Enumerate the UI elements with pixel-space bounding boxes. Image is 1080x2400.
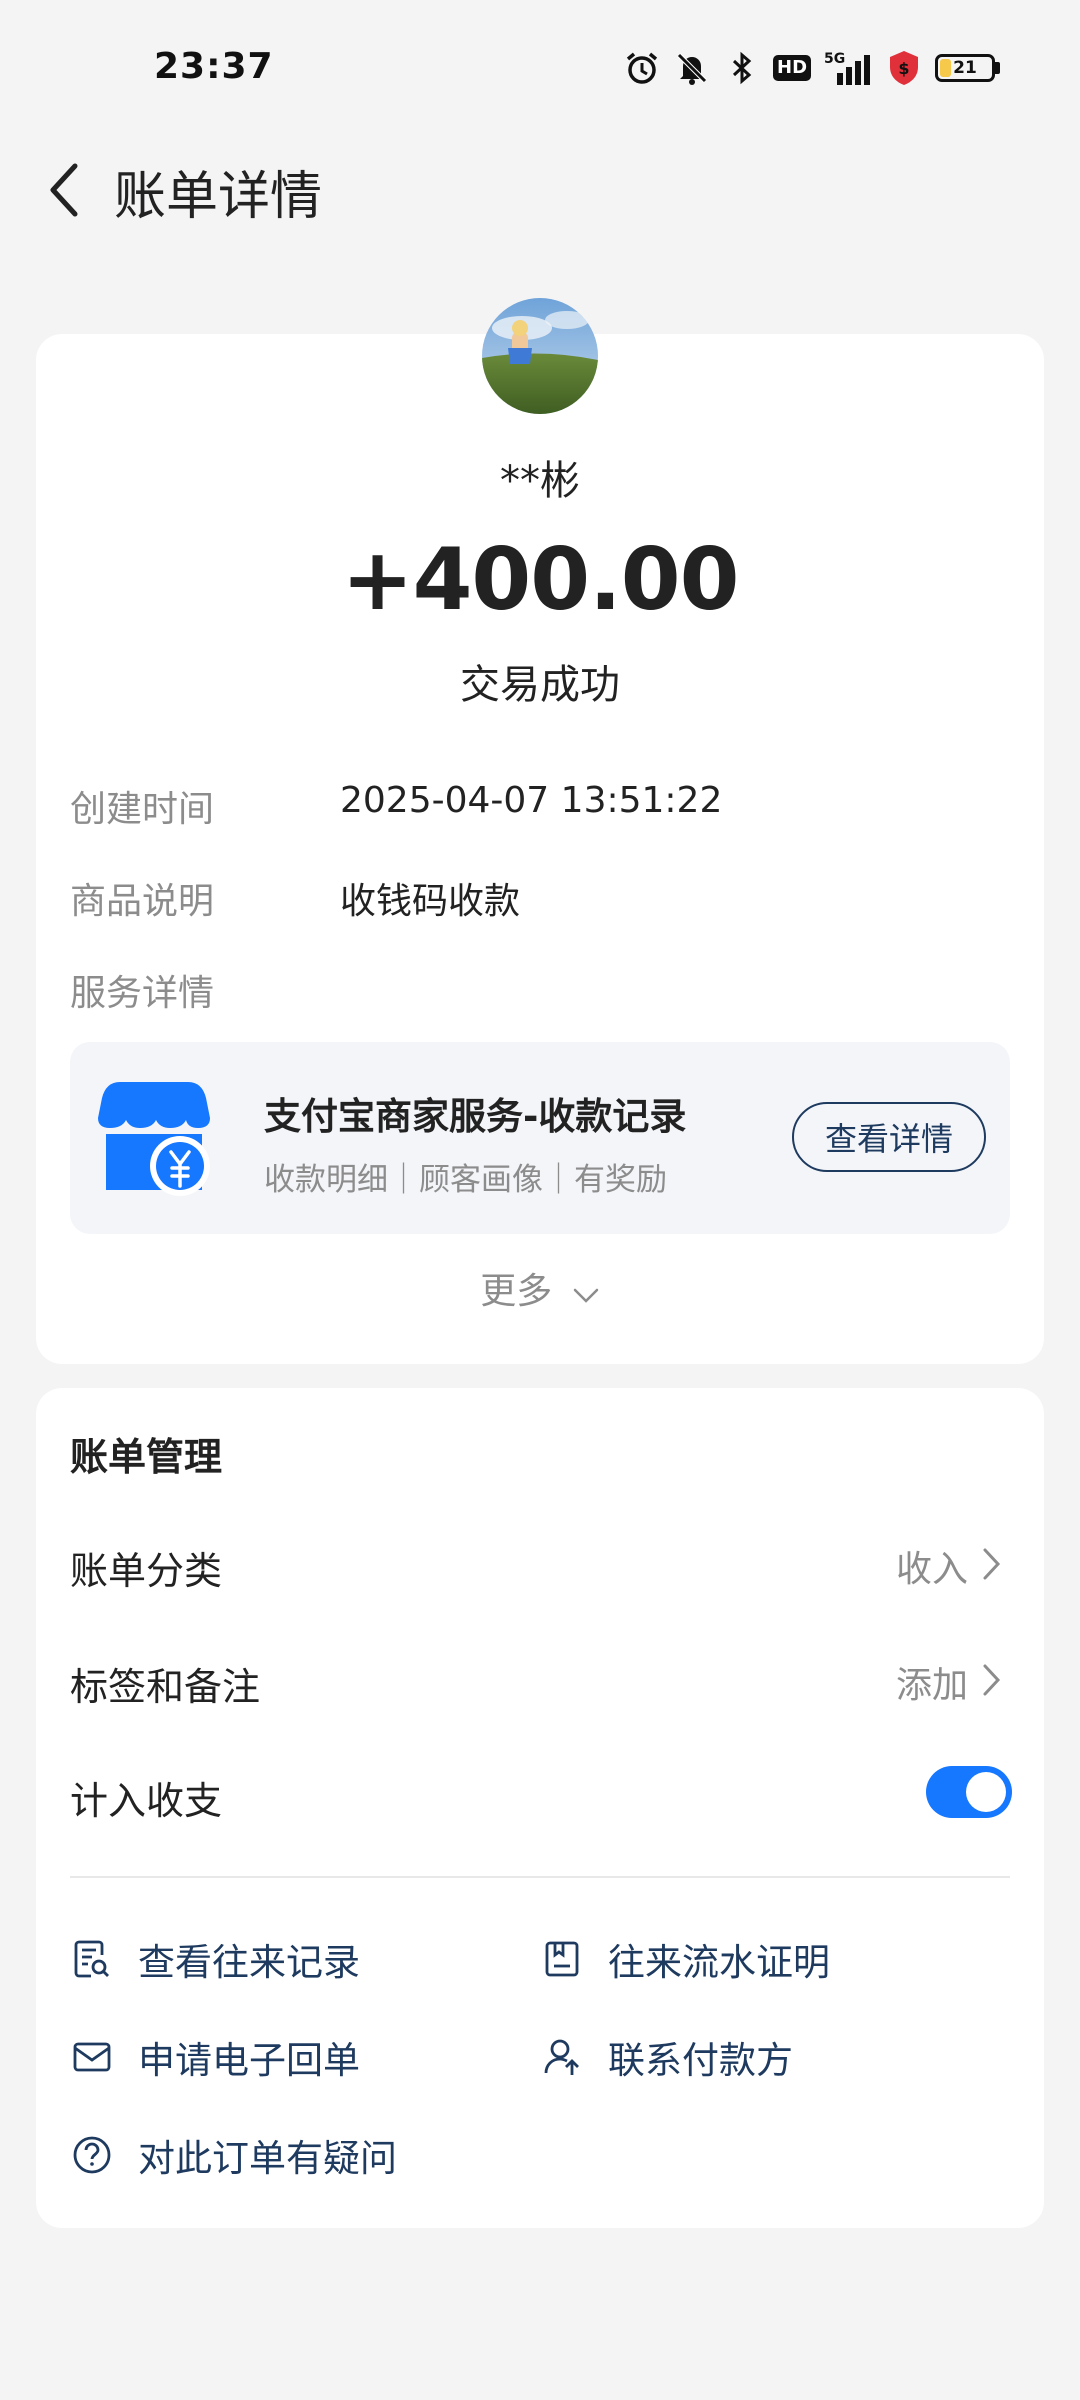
service-subtitle: 收款明细｜顾客画像｜有奖励 [264,1162,667,1198]
status-time: 23:37 [154,46,274,87]
merchant-shop-icon [92,1078,216,1198]
contact-payer-icon [540,2035,584,2079]
mute-icon [673,49,711,87]
view-details-button[interactable]: 查看详情 [792,1102,986,1172]
battery-level: 21 [953,58,977,78]
chevron-right-icon [983,1548,1001,1580]
tags-notes-label: 标签和备注 [70,1665,261,1709]
more-label: 更多 [480,1271,553,1312]
bill-category-value[interactable]: 收入 [896,1540,968,1592]
battery-icon: 21 [935,54,1000,82]
toggle-knob [966,1772,1006,1812]
question-circle-icon [70,2133,114,2177]
status-icons: HD 5G $ 21 [623,46,1000,90]
contact-payer-label: 联系付款方 [608,2039,793,2082]
statement-proof-label: 往来流水证明 [608,1941,830,1984]
mail-receipt-icon [70,2035,114,2079]
order-question-label: 对此订单有疑问 [138,2137,397,2180]
signal-5g-icon: 5G [823,49,873,87]
created-time-value: 2025-04-07 13:51:22 [340,780,723,821]
bill-management-title: 账单管理 [70,1435,223,1479]
transaction-amount: +400.00 [341,530,740,630]
product-desc-label: 商品说明 [70,881,215,922]
svg-text:5G: 5G [824,51,845,67]
view-records-link[interactable]: 查看往来记录 [70,1932,360,1986]
chevron-left-icon [50,163,78,217]
e-receipt-link[interactable]: 申请电子回单 [70,2030,360,2084]
statement-proof-link[interactable]: 往来流水证明 [540,1932,830,1986]
records-search-icon [70,1937,114,1981]
bill-category-label: 账单分类 [70,1549,223,1593]
e-receipt-label: 申请电子回单 [138,2039,360,2082]
hd-icon: HD [773,49,812,87]
more-toggle[interactable]: 更多 [0,1262,1080,1314]
back-button[interactable] [30,150,100,230]
created-time-label: 创建时间 [70,789,215,830]
status-bar: 23:37 HD 5G $ 21 [0,0,1080,140]
merchant-service-card[interactable]: 支付宝商家服务-收款记录 收款明细｜顾客画像｜有奖励 查看详情 [70,1042,1010,1234]
avatar[interactable] [482,298,598,414]
service-title: 支付宝商家服务-收款记录 [264,1095,687,1138]
page-title: 账单详情 [114,167,323,227]
chevron-right-icon [983,1664,1001,1696]
view-records-label: 查看往来记录 [138,1941,360,1984]
svg-text:$: $ [898,59,909,78]
page-header: 账单详情 [0,140,1080,240]
count-in-budget-label: 计入收支 [70,1779,223,1823]
statement-proof-icon [540,1937,584,1981]
transaction-status: 交易成功 [460,662,620,708]
tags-notes-value[interactable]: 添加 [896,1656,968,1708]
payer-name: **彬 [500,458,580,504]
order-question-link[interactable]: 对此订单有疑问 [70,2128,397,2182]
bluetooth-icon [723,49,761,87]
security-shield-icon: $ [885,49,923,87]
contact-payer-link[interactable]: 联系付款方 [540,2030,793,2084]
chevron-down-icon [572,1273,600,1314]
count-in-budget-toggle[interactable] [926,1766,1012,1818]
service-details-label: 服务详情 [70,973,215,1014]
alarm-icon [623,49,661,87]
divider [70,1876,1010,1878]
product-desc-value: 收钱码收款 [340,881,521,922]
